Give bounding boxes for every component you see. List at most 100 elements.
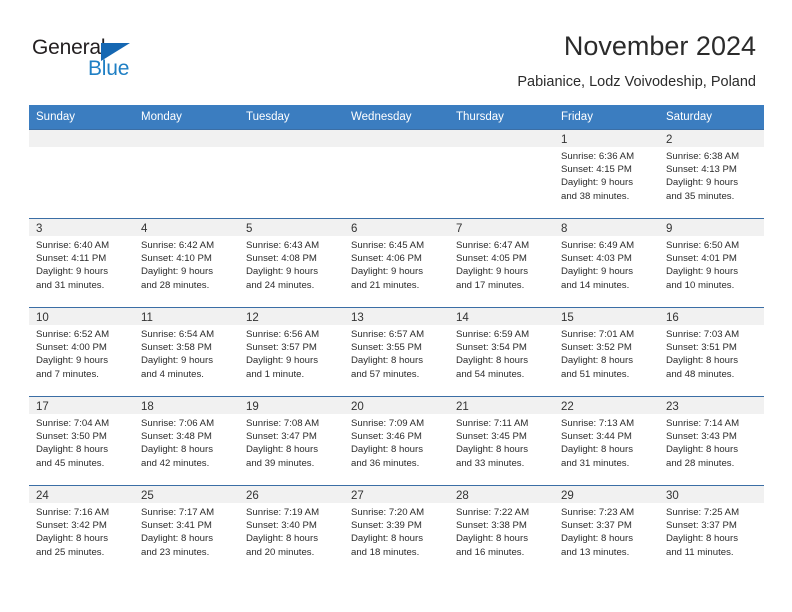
day-cell[interactable]: 3 Sunrise: 6:40 AM Sunset: 4:11 PM Dayli… bbox=[29, 219, 134, 307]
sunrise-text: Sunrise: 6:38 AM bbox=[666, 151, 740, 162]
day-cell[interactable]: 30 Sunrise: 7:25 AM Sunset: 3:37 PM Dayl… bbox=[659, 486, 764, 574]
sunrise-text: Sunrise: 7:08 AM bbox=[246, 418, 320, 429]
weekday-header-monday: Monday bbox=[141, 111, 182, 123]
day-details: Sunrise: 6:38 AM Sunset: 4:13 PM Dayligh… bbox=[659, 147, 764, 203]
daylight-text-line2: and 18 minutes. bbox=[351, 546, 420, 558]
day-cell[interactable]: 7 Sunrise: 6:47 AM Sunset: 4:05 PM Dayli… bbox=[449, 219, 554, 307]
page-title: November 2024 bbox=[563, 31, 756, 61]
day-cell[interactable]: 22 Sunrise: 7:13 AM Sunset: 3:44 PM Dayl… bbox=[554, 397, 659, 485]
day-details: Sunrise: 7:16 AM Sunset: 3:42 PM Dayligh… bbox=[29, 503, 134, 559]
day-cell[interactable]: 19 Sunrise: 7:08 AM Sunset: 3:47 PM Dayl… bbox=[239, 397, 344, 485]
daylight-text-line2: and 38 minutes. bbox=[561, 190, 630, 202]
daylight-text-line1: Daylight: 9 hours bbox=[246, 266, 318, 278]
day-cell[interactable] bbox=[239, 130, 344, 218]
day-cell[interactable]: 12 Sunrise: 6:56 AM Sunset: 3:57 PM Dayl… bbox=[239, 308, 344, 396]
weekday-header-tuesday: Tuesday bbox=[246, 111, 290, 123]
day-cell[interactable]: 2 Sunrise: 6:38 AM Sunset: 4:13 PM Dayli… bbox=[659, 130, 764, 218]
day-number-band: 5 bbox=[239, 219, 344, 236]
daylight-text-line1: Daylight: 9 hours bbox=[36, 266, 108, 278]
calendar-page: General Blue November 2024 Pabianice, Lo… bbox=[0, 0, 792, 612]
daylight-text-line2: and 4 minutes. bbox=[141, 368, 204, 380]
day-cell[interactable]: 21 Sunrise: 7:11 AM Sunset: 3:45 PM Dayl… bbox=[449, 397, 554, 485]
daylight-text-line2: and 23 minutes. bbox=[141, 546, 210, 558]
day-details: Sunrise: 7:22 AM Sunset: 3:38 PM Dayligh… bbox=[449, 503, 554, 559]
day-details: Sunrise: 6:43 AM Sunset: 4:08 PM Dayligh… bbox=[239, 236, 344, 292]
sunset-text: Sunset: 3:38 PM bbox=[456, 520, 527, 532]
week-row: 10 Sunrise: 6:52 AM Sunset: 4:00 PM Dayl… bbox=[29, 307, 764, 396]
day-cell[interactable]: 10 Sunrise: 6:52 AM Sunset: 4:00 PM Dayl… bbox=[29, 308, 134, 396]
daylight-text-line1: Daylight: 8 hours bbox=[561, 444, 633, 456]
sunrise-text: Sunrise: 6:57 AM bbox=[351, 329, 425, 340]
day-details: Sunrise: 6:36 AM Sunset: 4:15 PM Dayligh… bbox=[554, 147, 659, 203]
day-cell[interactable]: 18 Sunrise: 7:06 AM Sunset: 3:48 PM Dayl… bbox=[134, 397, 239, 485]
day-number: 20 bbox=[351, 401, 364, 413]
general-blue-logo[interactable]: General Blue bbox=[32, 36, 212, 86]
day-cell[interactable]: 6 Sunrise: 6:45 AM Sunset: 4:06 PM Dayli… bbox=[344, 219, 449, 307]
day-cell[interactable]: 28 Sunrise: 7:22 AM Sunset: 3:38 PM Dayl… bbox=[449, 486, 554, 574]
daylight-text-line2: and 31 minutes. bbox=[561, 457, 630, 469]
day-cell[interactable]: 23 Sunrise: 7:14 AM Sunset: 3:43 PM Dayl… bbox=[659, 397, 764, 485]
day-cell[interactable]: 20 Sunrise: 7:09 AM Sunset: 3:46 PM Dayl… bbox=[344, 397, 449, 485]
day-number: 24 bbox=[36, 490, 49, 502]
day-number-band: 25 bbox=[134, 486, 239, 503]
day-cell[interactable]: 5 Sunrise: 6:43 AM Sunset: 4:08 PM Dayli… bbox=[239, 219, 344, 307]
day-cell[interactable]: 4 Sunrise: 6:42 AM Sunset: 4:10 PM Dayli… bbox=[134, 219, 239, 307]
day-cell[interactable] bbox=[29, 130, 134, 218]
sunset-text: Sunset: 3:46 PM bbox=[351, 431, 422, 443]
day-number-band: 1 bbox=[554, 130, 659, 147]
daylight-text-line2: and 7 minutes. bbox=[36, 368, 99, 380]
sunrise-text: Sunrise: 7:23 AM bbox=[561, 507, 635, 518]
sunrise-text: Sunrise: 7:09 AM bbox=[351, 418, 425, 429]
day-details: Sunrise: 7:03 AM Sunset: 3:51 PM Dayligh… bbox=[659, 325, 764, 381]
day-cell[interactable]: 25 Sunrise: 7:17 AM Sunset: 3:41 PM Dayl… bbox=[134, 486, 239, 574]
day-number-band: 29 bbox=[554, 486, 659, 503]
day-cell[interactable]: 14 Sunrise: 6:59 AM Sunset: 3:54 PM Dayl… bbox=[449, 308, 554, 396]
day-cell[interactable]: 26 Sunrise: 7:19 AM Sunset: 3:40 PM Dayl… bbox=[239, 486, 344, 574]
week-row: 24 Sunrise: 7:16 AM Sunset: 3:42 PM Dayl… bbox=[29, 485, 764, 574]
week-row: 3 Sunrise: 6:40 AM Sunset: 4:11 PM Dayli… bbox=[29, 218, 764, 307]
sunrise-text: Sunrise: 7:20 AM bbox=[351, 507, 425, 518]
day-cell[interactable]: 15 Sunrise: 7:01 AM Sunset: 3:52 PM Dayl… bbox=[554, 308, 659, 396]
day-details: Sunrise: 7:19 AM Sunset: 3:40 PM Dayligh… bbox=[239, 503, 344, 559]
sunset-text: Sunset: 3:48 PM bbox=[141, 431, 212, 443]
daylight-text-line1: Daylight: 8 hours bbox=[351, 355, 423, 367]
daylight-text-line1: Daylight: 9 hours bbox=[141, 355, 213, 367]
sunset-text: Sunset: 4:10 PM bbox=[141, 253, 212, 265]
day-number: 26 bbox=[246, 490, 259, 502]
day-number-band: 21 bbox=[449, 397, 554, 414]
day-cell[interactable]: 13 Sunrise: 6:57 AM Sunset: 3:55 PM Dayl… bbox=[344, 308, 449, 396]
daylight-text-line2: and 24 minutes. bbox=[246, 279, 315, 291]
day-cell[interactable] bbox=[134, 130, 239, 218]
day-number-band: 19 bbox=[239, 397, 344, 414]
day-cell[interactable]: 29 Sunrise: 7:23 AM Sunset: 3:37 PM Dayl… bbox=[554, 486, 659, 574]
day-cell[interactable] bbox=[449, 130, 554, 218]
week-row: 1 Sunrise: 6:36 AM Sunset: 4:15 PM Dayli… bbox=[29, 129, 764, 218]
sunset-text: Sunset: 3:45 PM bbox=[456, 431, 527, 443]
day-cell[interactable]: 17 Sunrise: 7:04 AM Sunset: 3:50 PM Dayl… bbox=[29, 397, 134, 485]
day-cell[interactable]: 8 Sunrise: 6:49 AM Sunset: 4:03 PM Dayli… bbox=[554, 219, 659, 307]
daylight-text-line1: Daylight: 9 hours bbox=[666, 177, 738, 189]
day-number: 8 bbox=[561, 223, 568, 235]
day-number-band: 20 bbox=[344, 397, 449, 414]
day-number-band: 9 bbox=[659, 219, 764, 236]
day-cell[interactable]: 11 Sunrise: 6:54 AM Sunset: 3:58 PM Dayl… bbox=[134, 308, 239, 396]
sunset-text: Sunset: 3:51 PM bbox=[666, 342, 737, 354]
daylight-text-line2: and 13 minutes. bbox=[561, 546, 630, 558]
day-details: Sunrise: 7:25 AM Sunset: 3:37 PM Dayligh… bbox=[659, 503, 764, 559]
day-cell[interactable]: 1 Sunrise: 6:36 AM Sunset: 4:15 PM Dayli… bbox=[554, 130, 659, 218]
day-cell[interactable]: 9 Sunrise: 6:50 AM Sunset: 4:01 PM Dayli… bbox=[659, 219, 764, 307]
daylight-text-line2: and 31 minutes. bbox=[36, 279, 105, 291]
day-cell[interactable] bbox=[344, 130, 449, 218]
sunset-text: Sunset: 4:01 PM bbox=[666, 253, 737, 265]
day-cell[interactable]: 27 Sunrise: 7:20 AM Sunset: 3:39 PM Dayl… bbox=[344, 486, 449, 574]
day-cell[interactable]: 16 Sunrise: 7:03 AM Sunset: 3:51 PM Dayl… bbox=[659, 308, 764, 396]
daylight-text-line2: and 1 minute. bbox=[246, 368, 305, 380]
day-number: 13 bbox=[351, 312, 364, 324]
sunrise-text: Sunrise: 7:01 AM bbox=[561, 329, 635, 340]
daylight-text-line1: Daylight: 8 hours bbox=[456, 444, 528, 456]
daylight-text-line1: Daylight: 9 hours bbox=[561, 177, 633, 189]
day-number-band: 24 bbox=[29, 486, 134, 503]
daylight-text-line1: Daylight: 8 hours bbox=[351, 444, 423, 456]
day-cell[interactable]: 24 Sunrise: 7:16 AM Sunset: 3:42 PM Dayl… bbox=[29, 486, 134, 574]
day-number: 4 bbox=[141, 223, 148, 235]
